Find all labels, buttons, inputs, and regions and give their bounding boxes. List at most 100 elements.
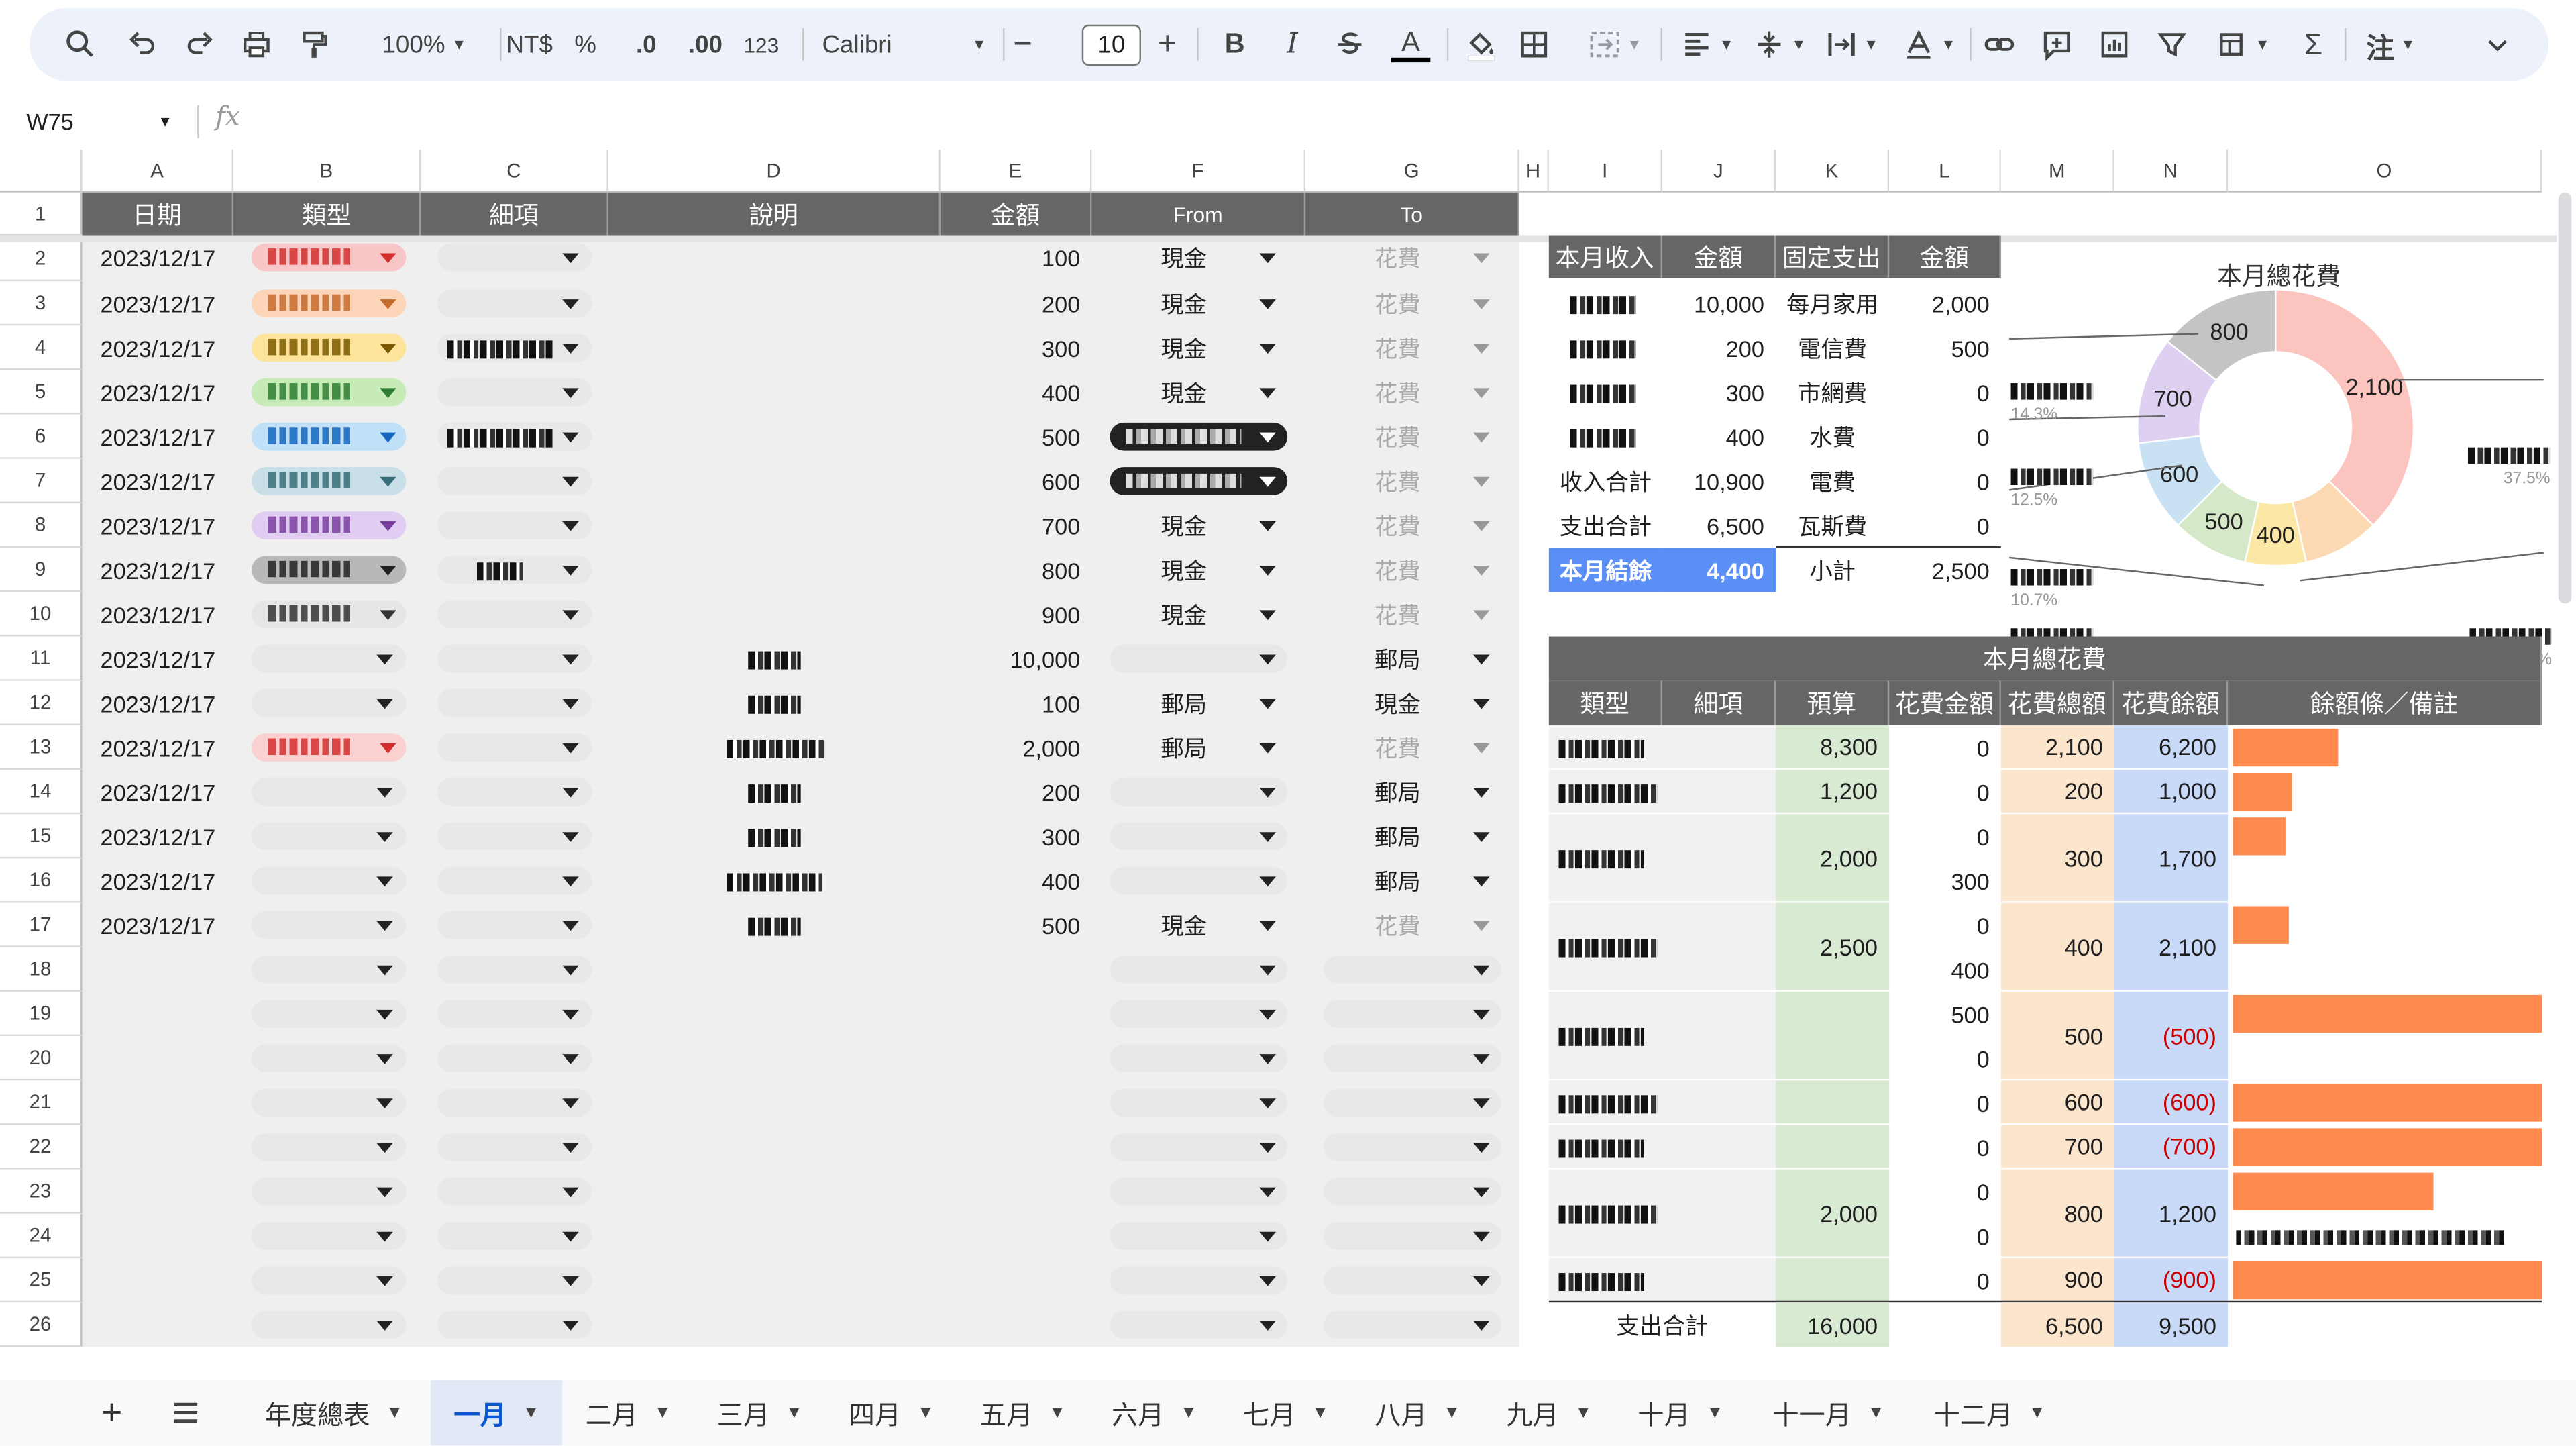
- sheet-tab[interactable]: 五月 ▼: [957, 1380, 1088, 1445]
- row-header[interactable]: 8: [0, 503, 83, 548]
- amount-cell[interactable]: 200: [941, 281, 1091, 325]
- text-color-button[interactable]: A: [1388, 8, 1434, 81]
- amount-cell[interactable]: 100: [941, 681, 1091, 725]
- formula-input[interactable]: [247, 102, 2548, 142]
- row-header[interactable]: 3: [0, 281, 83, 326]
- to-cell[interactable]: 花費: [1324, 592, 1472, 636]
- date-cell[interactable]: 2023/12/17: [101, 370, 232, 414]
- date-cell[interactable]: 2023/12/17: [101, 637, 232, 681]
- amount-cell[interactable]: 400: [941, 858, 1091, 902]
- donut-slice[interactable]: [2274, 289, 2415, 527]
- text-rotation-icon[interactable]: ▼: [1896, 8, 1962, 81]
- to-cell[interactable]: 郵局: [1324, 858, 1472, 902]
- from-cell[interactable]: 現金: [1110, 325, 1258, 370]
- from-cell[interactable]: 郵局: [1110, 681, 1258, 725]
- row-header[interactable]: 13: [0, 725, 83, 770]
- sheet-tab[interactable]: 三月 ▼: [694, 1380, 825, 1445]
- date-cell[interactable]: 2023/12/17: [101, 459, 232, 503]
- amount-cell[interactable]: 800: [941, 548, 1091, 592]
- functions-icon[interactable]: Σ: [2296, 8, 2332, 81]
- amount-cell[interactable]: 100: [941, 235, 1091, 281]
- format-currency-button[interactable]: NT$: [502, 8, 557, 81]
- to-cell[interactable]: 花費: [1324, 725, 1472, 770]
- column-header[interactable]: H: [1519, 150, 1549, 193]
- from-cell[interactable]: 現金: [1110, 235, 1258, 281]
- column-header[interactable]: M: [2000, 150, 2114, 193]
- row-header[interactable]: 25: [0, 1258, 83, 1303]
- column-header[interactable]: F: [1091, 150, 1306, 193]
- amount-cell[interactable]: 400: [941, 370, 1091, 414]
- date-cell[interactable]: 2023/12/17: [101, 681, 232, 725]
- category-chip[interactable]: [252, 333, 407, 362]
- row-header[interactable]: 5: [0, 370, 83, 415]
- strikethrough-icon[interactable]: [1332, 8, 1368, 81]
- from-cell[interactable]: 現金: [1110, 903, 1258, 947]
- to-cell[interactable]: 花費: [1324, 235, 1472, 281]
- format-percent-button[interactable]: %: [569, 8, 602, 81]
- to-cell[interactable]: 花費: [1324, 415, 1472, 459]
- merge-cells-icon[interactable]: ▼: [1575, 8, 1654, 81]
- donut-chart[interactable]: 本月總花費2,10040050060070080037.5%7.1%8.9%10…: [2001, 235, 2557, 670]
- undo-icon[interactable]: [125, 8, 161, 81]
- sheet-tab[interactable]: 一月 ▼: [431, 1380, 563, 1446]
- paint-format-icon[interactable]: [296, 8, 332, 81]
- column-header[interactable]: A: [82, 150, 234, 193]
- column-header[interactable]: I: [1548, 150, 1662, 193]
- horizontal-align-icon[interactable]: ▼: [1674, 8, 1739, 81]
- column-header[interactable]: G: [1305, 150, 1519, 193]
- amount-cell[interactable]: 200: [941, 770, 1091, 814]
- amount-cell[interactable]: 500: [941, 903, 1091, 947]
- row-header[interactable]: 10: [0, 592, 83, 637]
- to-cell[interactable]: 現金: [1324, 681, 1472, 725]
- row-header[interactable]: 11: [0, 636, 83, 681]
- all-sheets-icon[interactable]: [164, 1380, 207, 1445]
- amount-cell[interactable]: 300: [941, 325, 1091, 370]
- column-header[interactable]: L: [1889, 150, 2001, 193]
- sheet-tab[interactable]: 年度總表 ▼: [244, 1380, 425, 1445]
- date-cell[interactable]: 2023/12/17: [101, 548, 232, 592]
- category-chip[interactable]: [252, 556, 407, 584]
- name-box[interactable]: W75 ▼: [0, 99, 184, 145]
- text-wrapping-icon[interactable]: ▼: [1819, 8, 1884, 81]
- row-header[interactable]: 20: [0, 1036, 83, 1081]
- fill-color-icon[interactable]: [1462, 8, 1501, 81]
- sheet-tab[interactable]: 十月 ▼: [1615, 1380, 1746, 1445]
- italic-button[interactable]: I: [1275, 8, 1311, 81]
- from-cell[interactable]: 現金: [1110, 548, 1258, 592]
- column-header[interactable]: B: [233, 150, 421, 193]
- row-header[interactable]: 16: [0, 858, 83, 903]
- column-header[interactable]: O: [2228, 150, 2542, 193]
- row-header[interactable]: 9: [0, 548, 83, 592]
- date-cell[interactable]: 2023/12/17: [101, 415, 232, 459]
- more-formats-button[interactable]: 123: [740, 8, 783, 81]
- amount-cell[interactable]: 600: [941, 459, 1091, 503]
- row-header[interactable]: 15: [0, 814, 83, 859]
- category-chip[interactable]: [252, 600, 407, 629]
- category-chip[interactable]: [252, 422, 407, 451]
- to-cell[interactable]: 花費: [1324, 459, 1472, 503]
- from-cell[interactable]: 現金: [1110, 592, 1258, 636]
- to-cell[interactable]: 郵局: [1324, 814, 1472, 858]
- search-menus-icon[interactable]: [62, 8, 99, 81]
- amount-cell[interactable]: 2,000: [941, 725, 1091, 770]
- date-cell[interactable]: 2023/12/17: [101, 235, 232, 281]
- to-cell[interactable]: 花費: [1324, 281, 1472, 325]
- row-header[interactable]: 23: [0, 1169, 83, 1214]
- date-cell[interactable]: 2023/12/17: [101, 592, 232, 636]
- from-cell[interactable]: 現金: [1110, 503, 1258, 548]
- decrease-decimal-button[interactable]: .0: [625, 8, 667, 81]
- row-header[interactable]: 19: [0, 991, 83, 1037]
- from-cell[interactable]: 郵局: [1110, 725, 1258, 770]
- bold-button[interactable]: B: [1217, 8, 1253, 81]
- to-cell[interactable]: 花費: [1324, 548, 1472, 592]
- row-header[interactable]: 22: [0, 1125, 83, 1170]
- date-cell[interactable]: 2023/12/17: [101, 503, 232, 548]
- redo-icon[interactable]: [181, 8, 217, 81]
- column-header[interactable]: C: [421, 150, 608, 193]
- add-sheet-icon[interactable]: +: [92, 1380, 131, 1445]
- increase-decimal-button[interactable]: .00: [682, 8, 729, 81]
- amount-cell[interactable]: 500: [941, 415, 1091, 459]
- category-chip[interactable]: [252, 243, 407, 272]
- row-header[interactable]: 14: [0, 770, 83, 815]
- amount-cell[interactable]: 10,000: [941, 637, 1091, 681]
